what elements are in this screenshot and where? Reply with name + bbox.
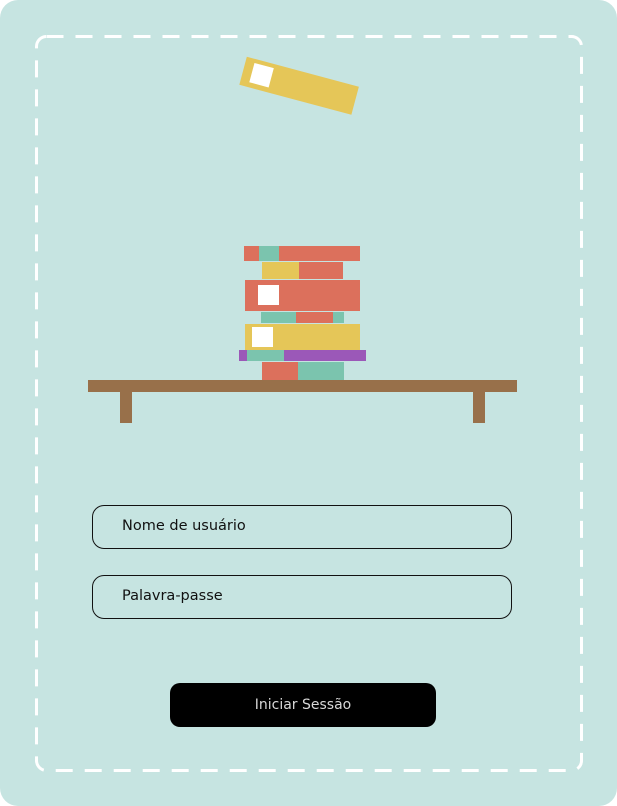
password-placeholder: Palavra-passe: [122, 588, 223, 604]
login-button[interactable]: Iniciar Sessão: [170, 683, 436, 727]
falling-book: [239, 56, 359, 115]
username-placeholder: Nome de usuário: [122, 518, 246, 534]
login-card: Nome de usuário Palavra-passe Iniciar Se…: [0, 0, 617, 806]
password-field[interactable]: Palavra-passe: [92, 575, 512, 619]
book-stack: [239, 246, 366, 380]
username-field[interactable]: Nome de usuário: [92, 505, 512, 549]
shelf: [88, 380, 517, 423]
login-button-label: Iniciar Sessão: [254, 697, 352, 713]
bookshelf-illustration: [88, 56, 517, 423]
